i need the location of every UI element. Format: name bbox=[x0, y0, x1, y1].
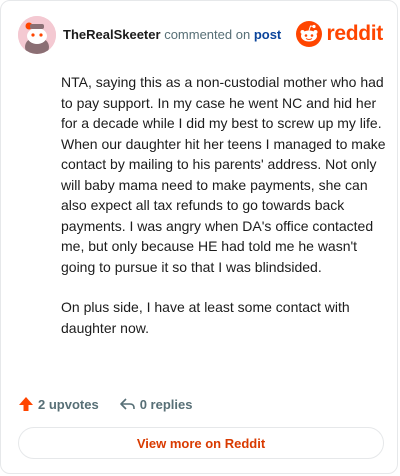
reply-button[interactable]: 0 replies bbox=[119, 396, 193, 412]
upvote-count: 2 upvotes bbox=[38, 396, 99, 412]
view-more-button[interactable]: View more on Reddit bbox=[18, 427, 384, 459]
upvote-arrow-icon bbox=[19, 397, 33, 411]
comment-actions: 2 upvotes 0 replies bbox=[18, 394, 192, 414]
comment-body: NTA, saying this as a non-custodial moth… bbox=[61, 72, 387, 358]
action-text: commented on bbox=[164, 27, 251, 42]
reddit-logo[interactable]: reddit bbox=[296, 20, 383, 48]
comment-paragraph: NTA, saying this as a non-custodial moth… bbox=[61, 74, 386, 275]
snoo-avatar-icon bbox=[18, 16, 56, 54]
reddit-logo-icon bbox=[296, 21, 323, 47]
upvote-button[interactable]: 2 upvotes bbox=[18, 396, 99, 412]
reply-count: 0 replies bbox=[139, 396, 193, 412]
comment-header: TheRealSkeeter commented on post reddit bbox=[18, 16, 383, 54]
comment-embed-card: TheRealSkeeter commented on post reddit … bbox=[0, 0, 398, 474]
comment-byline: TheRealSkeeter commented on post bbox=[63, 27, 281, 42]
comment-paragraph: On plus side, I have at least some conta… bbox=[61, 299, 350, 336]
reddit-wordmark: reddit bbox=[326, 22, 383, 45]
reply-arrow-icon bbox=[119, 398, 135, 410]
post-link[interactable]: post bbox=[254, 27, 281, 42]
username[interactable]: TheRealSkeeter bbox=[63, 27, 161, 42]
user-avatar[interactable] bbox=[18, 16, 56, 54]
